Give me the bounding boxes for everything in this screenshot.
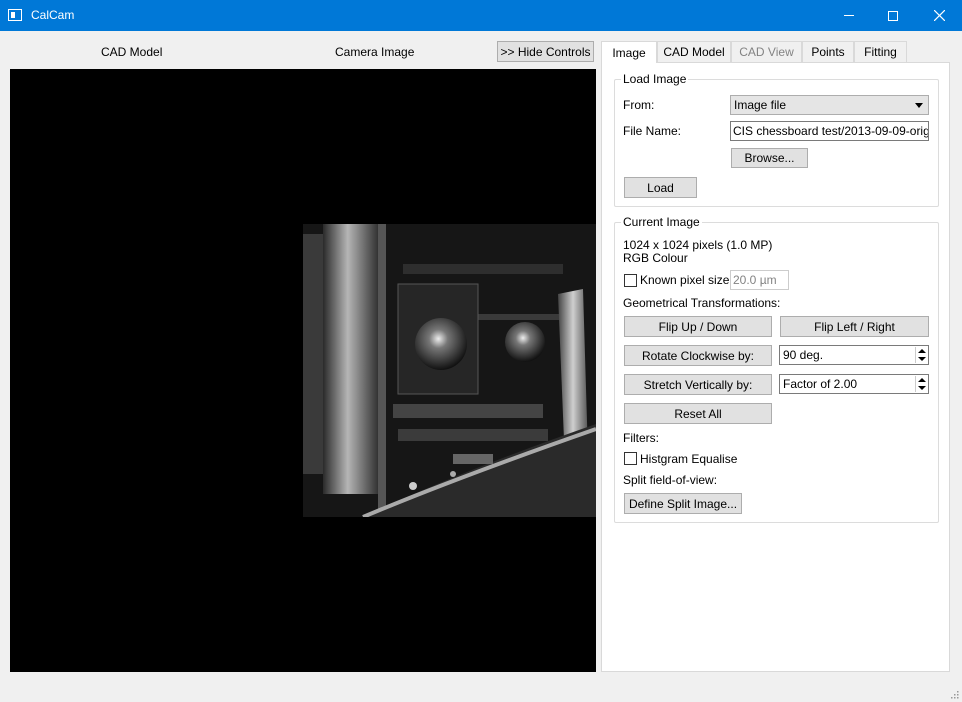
maximize-button[interactable]: [870, 0, 916, 31]
pixel-size-input: 20.0 µm: [730, 270, 789, 290]
browse-button[interactable]: Browse...: [731, 148, 808, 168]
stretch-vertically-button[interactable]: Stretch Vertically by:: [624, 374, 772, 395]
rotate-spinbox[interactable]: 90 deg.: [779, 345, 929, 365]
tab-cad-view: CAD View: [731, 41, 802, 62]
minimize-button[interactable]: [826, 0, 872, 31]
from-select-value: Image file: [734, 98, 787, 112]
close-button[interactable]: [916, 0, 962, 31]
close-icon: [933, 10, 945, 21]
flip-up-down-button[interactable]: Flip Up / Down: [624, 316, 772, 337]
load-button[interactable]: Load: [624, 177, 697, 198]
camera-image-label: Camera Image: [335, 45, 415, 59]
file-name-input[interactable]: CIS chessboard test/2013-09-09-orig.tif: [730, 121, 929, 141]
file-name-label: File Name:: [623, 124, 682, 138]
reset-all-button[interactable]: Reset All: [624, 403, 772, 424]
split-fov-label: Split field-of-view:: [623, 473, 718, 487]
known-pixel-size-label: Known pixel size:: [640, 273, 733, 287]
maximize-icon: [888, 10, 898, 21]
image-dimensions: 1024 x 1024 pixels (1.0 MP): [623, 238, 773, 252]
tab-image[interactable]: Image: [601, 41, 657, 63]
cad-model-label: CAD Model: [101, 45, 163, 59]
load-image-title: Load Image: [621, 72, 689, 86]
window-title: CalCam: [31, 8, 75, 22]
app-icon: [8, 9, 22, 21]
tab-fitting[interactable]: Fitting: [854, 41, 907, 62]
tab-cad-model[interactable]: CAD Model: [657, 41, 731, 62]
from-label: From:: [623, 98, 655, 112]
spin-arrows-icon[interactable]: [915, 347, 927, 363]
spin-arrows-icon[interactable]: [915, 376, 927, 392]
rotate-value: 90 deg.: [783, 348, 824, 362]
image-tab-panel: Load Image From: Image file File Name: C…: [601, 62, 950, 672]
flip-left-right-button[interactable]: Flip Left / Right: [780, 316, 929, 337]
image-colour: RGB Colour: [623, 251, 688, 265]
define-split-image-button[interactable]: Define Split Image...: [624, 493, 742, 514]
stretch-value: Factor of 2.00: [783, 377, 858, 391]
chevron-down-icon: [915, 103, 923, 108]
stretch-spinbox[interactable]: Factor of 2.00: [779, 374, 929, 394]
title-bar: CalCam: [0, 0, 962, 31]
tab-points[interactable]: Points: [802, 41, 854, 62]
geometrical-transformations-label: Geometrical Transformations:: [623, 296, 781, 310]
histogram-equalise-label: Histgram Equalise: [640, 452, 738, 466]
current-image-title: Current Image: [621, 215, 702, 229]
minimize-icon: [844, 15, 854, 16]
from-select[interactable]: Image file: [730, 95, 929, 115]
filters-label: Filters:: [623, 431, 659, 445]
camera-image: [303, 224, 596, 517]
histogram-equalise-checkbox[interactable]: [624, 452, 637, 465]
resize-grip-icon[interactable]: [950, 690, 959, 699]
known-pixel-size-checkbox[interactable]: [624, 274, 637, 287]
rotate-button[interactable]: Rotate Clockwise by:: [624, 345, 772, 366]
image-viewer[interactable]: [10, 69, 596, 672]
hide-controls-button[interactable]: >> Hide Controls: [497, 41, 594, 62]
